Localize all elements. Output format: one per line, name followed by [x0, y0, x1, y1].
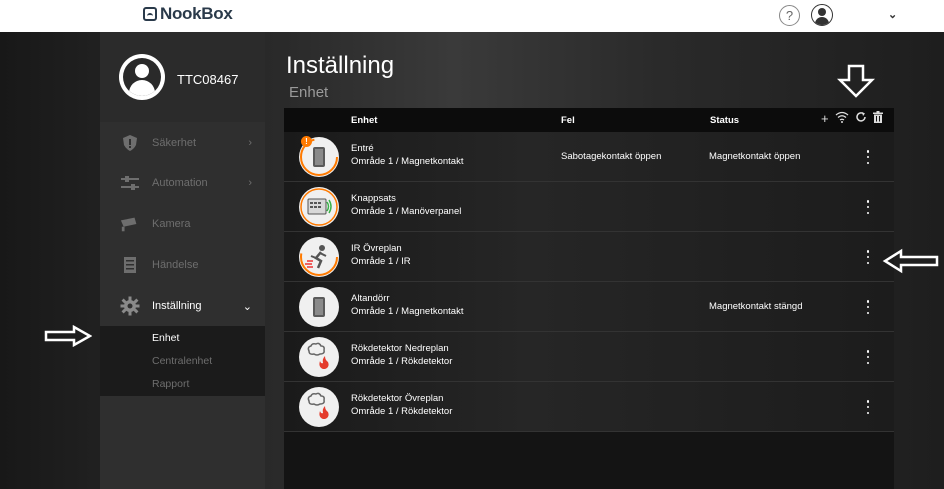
- device-name: IR Övreplan: [351, 243, 402, 254]
- device-area: Område 1 / Manöverpanel: [351, 206, 462, 217]
- device-area: Område 1 / Rökdetektor: [351, 406, 453, 417]
- wifi-scan-icon[interactable]: [835, 111, 849, 126]
- user-account-icon[interactable]: [811, 4, 833, 26]
- sidebar-item-label: Automation: [152, 177, 208, 189]
- smoke-detector-icon: [299, 387, 339, 427]
- logo[interactable]: NookBox: [143, 4, 233, 24]
- username: TTC08467: [177, 72, 239, 87]
- avatar[interactable]: [119, 54, 165, 100]
- more-options-icon[interactable]: [864, 148, 872, 166]
- device-fault: Sabotagekontakt öppen: [561, 151, 662, 162]
- column-header-fault: Fel: [561, 115, 575, 126]
- arrow-left-annotation-icon: [882, 248, 939, 274]
- arrow-right-annotation-icon: [44, 325, 92, 347]
- table-row[interactable]: Altandörr Område 1 / Magnetkontakt Magne…: [284, 282, 894, 332]
- trash-icon[interactable]: [872, 111, 883, 126]
- sidebar-item-kamera[interactable]: Kamera: [100, 204, 265, 244]
- log-icon: [120, 255, 140, 275]
- camera-icon: [120, 214, 140, 234]
- page-title: Inställning: [286, 52, 395, 79]
- sliders-icon: [120, 173, 140, 193]
- refresh-icon[interactable]: [855, 111, 867, 126]
- device-status: Magnetkontakt öppen: [709, 151, 801, 162]
- device-area: Område 1 / Rökdetektor: [351, 356, 453, 367]
- top-bar: NookBox ? ⌄: [0, 0, 944, 32]
- submenu-item-centralenhet[interactable]: Centralenhet: [152, 355, 212, 367]
- sidebar-item-label: Säkerhet: [152, 137, 197, 149]
- sidebar: TTC08467 Säkerhet › Automation › Kamera …: [100, 32, 265, 489]
- settings-submenu: Enhet Centralenhet Rapport: [100, 326, 265, 396]
- page-subtitle: Enhet: [289, 84, 329, 101]
- column-header-status: Status: [710, 115, 740, 126]
- sidebar-item-label: Händelse: [152, 259, 199, 271]
- more-options-icon[interactable]: [864, 198, 872, 216]
- motion-sensor-icon: [299, 237, 339, 277]
- more-options-icon[interactable]: [864, 348, 872, 366]
- keypad-icon: [299, 187, 339, 227]
- table-row[interactable]: Rökdetektor Nedreplan Område 1 / Rökdete…: [284, 332, 894, 382]
- table-row[interactable]: Knappsats Område 1 / Manöverpanel: [284, 182, 894, 232]
- logo-text: NookBox: [160, 4, 233, 23]
- column-header-device: Enhet: [351, 115, 378, 126]
- sidebar-item-installning[interactable]: Inställning ⌄: [100, 286, 265, 326]
- more-options-icon[interactable]: [864, 298, 872, 316]
- help-button[interactable]: ?: [779, 5, 800, 26]
- sidebar-item-label: Kamera: [152, 218, 191, 230]
- account-chevron-down-icon[interactable]: ⌄: [888, 8, 897, 21]
- submenu-item-enhet[interactable]: Enhet: [152, 332, 179, 344]
- device-name: Rökdetektor Övreplan: [351, 393, 444, 404]
- arrow-down-annotation-icon: [836, 64, 876, 98]
- device-status: Magnetkontakt stängd: [709, 301, 803, 312]
- more-options-icon[interactable]: [864, 248, 872, 266]
- chevron-down-icon: ⌄: [242, 300, 252, 313]
- profile-section: TTC08467: [100, 32, 265, 122]
- device-name: Altandörr: [351, 293, 390, 304]
- alert-badge: !: [301, 136, 312, 147]
- gear-icon: [120, 296, 140, 316]
- device-name: Entré: [351, 143, 374, 154]
- sidebar-item-sakerhet[interactable]: Säkerhet ›: [100, 123, 265, 163]
- table-actions: +: [821, 111, 883, 126]
- device-area: Område 1 / Magnetkontakt: [351, 156, 464, 167]
- submenu-item-rapport[interactable]: Rapport: [152, 378, 189, 390]
- door-contact-icon: [299, 287, 339, 327]
- device-table: Enhet Fel Status + ! Entré Område 1 / Ma…: [284, 108, 894, 489]
- sidebar-item-label: Inställning: [152, 300, 202, 312]
- device-area: Område 1 / Magnetkontakt: [351, 306, 464, 317]
- logo-icon: [143, 7, 157, 21]
- chevron-right-icon: ›: [248, 137, 252, 149]
- table-header: Enhet Fel Status +: [284, 108, 894, 132]
- sidebar-item-handelse[interactable]: Händelse: [100, 245, 265, 285]
- shield-icon: [120, 133, 140, 153]
- device-name: Knappsats: [351, 193, 396, 204]
- sidebar-item-automation[interactable]: Automation ›: [100, 163, 265, 203]
- table-row[interactable]: ! Entré Område 1 / Magnetkontakt Sabotag…: [284, 132, 894, 182]
- smoke-detector-icon: [299, 337, 339, 377]
- table-row[interactable]: IR Övreplan Område 1 / IR: [284, 232, 894, 282]
- add-icon[interactable]: +: [821, 111, 829, 126]
- chevron-right-icon: ›: [248, 177, 252, 189]
- device-area: Område 1 / IR: [351, 256, 411, 267]
- more-options-icon[interactable]: [864, 398, 872, 416]
- device-name: Rökdetektor Nedreplan: [351, 343, 449, 354]
- table-row[interactable]: Rökdetektor Övreplan Område 1 / Rökdetek…: [284, 382, 894, 432]
